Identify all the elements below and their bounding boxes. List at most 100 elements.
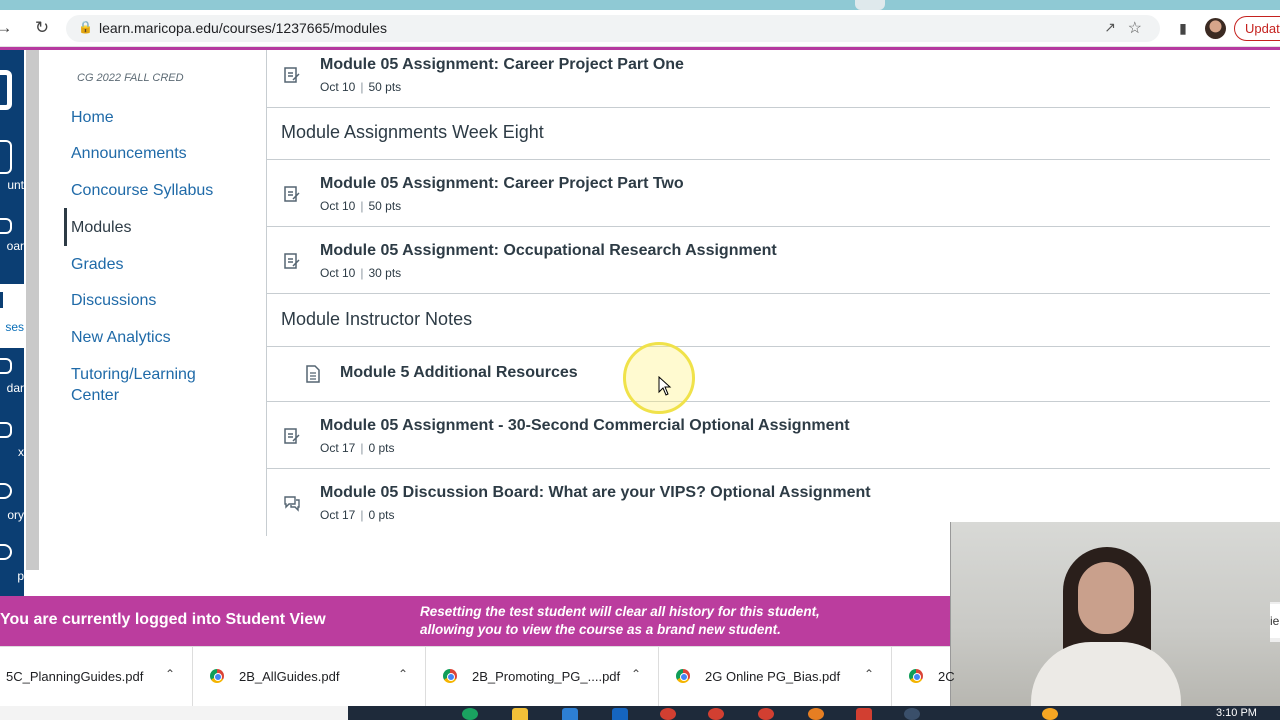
chrome-icon: [443, 669, 457, 683]
taskbar-clock[interactable]: 3:10 PM: [1216, 707, 1257, 719]
global-nav-calendar[interactable]: dar: [0, 381, 24, 395]
app-icon[interactable]: [904, 708, 920, 720]
app-icon[interactable]: [758, 708, 774, 720]
global-nav-dashboard[interactable]: oar: [0, 239, 24, 253]
modules-content: Module 05 Assignment: Career Project Par…: [266, 50, 1270, 536]
browser-tab-strip: [0, 0, 1280, 10]
active-indicator: [64, 208, 67, 246]
module-item-title[interactable]: Module 05 Assignment: Occupational Resea…: [320, 242, 777, 260]
course-term: CG 2022 FALL CRED: [77, 72, 184, 84]
course-nav-new-analytics[interactable]: New Analytics: [71, 327, 171, 348]
global-nav-account[interactable]: unt: [0, 178, 24, 192]
chrome-app-icon[interactable]: [462, 708, 478, 720]
global-nav-history[interactable]: ory: [0, 508, 24, 522]
points: 30 pts: [368, 266, 402, 280]
bookmark-star-icon[interactable]: ☆: [1128, 18, 1142, 38]
taskbar-search[interactable]: [0, 706, 348, 720]
global-nav-inbox[interactable]: x: [0, 445, 24, 459]
address-bar[interactable]: 🔒 learn.maricopa.edu/courses/1237665/mod…: [66, 15, 1160, 42]
module-item-title[interactable]: Module 05 Assignment: Career Project Par…: [320, 175, 684, 193]
due-date: Oct 10: [320, 80, 356, 94]
course-nav-grades[interactable]: Grades: [71, 254, 123, 275]
scrollbar[interactable]: [26, 50, 39, 570]
points: 0 pts: [368, 441, 395, 455]
share-icon[interactable]: ↗: [1104, 19, 1116, 36]
app-icon[interactable]: [660, 708, 676, 720]
chevron-up-icon[interactable]: ⌃: [165, 667, 175, 681]
course-nav-tutoring[interactable]: Tutoring/Learning Center: [71, 364, 196, 406]
module-header-title: Module Instructor Notes: [281, 309, 473, 329]
module-item-title[interactable]: Module 5 Additional Resources: [340, 364, 578, 382]
module-header[interactable]: Module Assignments Week Eight: [267, 108, 1270, 160]
webcam-overlay: [950, 522, 1280, 720]
download-filename: 2B_Promoting_PG_....pdf: [472, 669, 621, 684]
chrome-icon: [210, 669, 224, 683]
global-nav-courses-active[interactable]: ses: [0, 284, 24, 348]
help-icon: [0, 544, 12, 560]
assignment-icon: [284, 186, 300, 202]
update-button[interactable]: Updat: [1234, 16, 1280, 41]
meta-separator: |: [360, 266, 364, 280]
inbox-icon: [0, 422, 12, 438]
weather-icon: [1042, 708, 1058, 720]
download-item[interactable]: 2G Online PG_Bias.pdf ⌃: [659, 647, 892, 707]
webcam-person-face: [1078, 562, 1134, 634]
side-panel-icon[interactable]: ▮: [1173, 18, 1193, 38]
module-header[interactable]: Module Instructor Notes: [267, 294, 1270, 347]
discussion-icon: [284, 496, 300, 512]
download-item[interactable]: 2B_Promoting_PG_....pdf ⌃: [426, 647, 659, 707]
course-nav-home[interactable]: Home: [71, 107, 114, 128]
module-item[interactable]: Module 05 Assignment: Occupational Resea…: [267, 227, 1270, 294]
account-icon: [0, 140, 12, 174]
module-item-title[interactable]: Module 05 Assignment - 30-Second Commerc…: [320, 417, 850, 435]
downloads-bar: 5C_PlanningGuides.pdf ⌃ 2B_AllGuides.pdf…: [0, 646, 955, 707]
module-item[interactable]: Module 05 Assignment - 30-Second Commerc…: [267, 402, 1270, 469]
course-nav-modules[interactable]: Modules: [71, 217, 131, 238]
assignment-icon: [284, 253, 300, 269]
reset-button-fragment[interactable]: ie: [1270, 604, 1280, 638]
download-filename: 2G Online PG_Bias.pdf: [705, 669, 841, 684]
download-item[interactable]: 2B_AllGuides.pdf ⌃: [193, 647, 426, 707]
meta-separator: |: [360, 508, 364, 522]
due-date: Oct 10: [320, 266, 356, 280]
module-item-title[interactable]: Module 05 Assignment: Career Project Par…: [320, 56, 684, 74]
points: 50 pts: [368, 199, 402, 213]
global-nav-help[interactable]: p: [0, 569, 24, 583]
app-icon[interactable]: [856, 708, 872, 720]
app-icon[interactable]: [808, 708, 824, 720]
course-nav-syllabus[interactable]: Concourse Syllabus: [71, 180, 213, 201]
browser-toolbar: → ↻ 🔒 learn.maricopa.edu/courses/1237665…: [0, 10, 1280, 47]
download-filename: 5C_PlanningGuides.pdf: [6, 669, 144, 684]
chevron-up-icon[interactable]: ⌃: [864, 667, 874, 681]
module-item[interactable]: Module 5 Additional Resources: [267, 347, 1270, 402]
calendar-icon: [0, 358, 12, 374]
module-header-title: Module Assignments Week Eight: [281, 122, 544, 142]
profile-avatar[interactable]: [1205, 18, 1226, 39]
module-item-title[interactable]: Module 05 Discussion Board: What are you…: [320, 484, 871, 502]
chrome-icon: [909, 669, 923, 683]
forward-arrow-icon[interactable]: →: [0, 18, 14, 38]
module-item[interactable]: Module 05 Assignment: Career Project Par…: [267, 50, 1270, 108]
download-item[interactable]: 5C_PlanningGuides.pdf ⌃: [0, 647, 193, 707]
chevron-up-icon[interactable]: ⌃: [631, 667, 641, 681]
meta-separator: |: [360, 441, 364, 455]
due-date: Oct 10: [320, 199, 356, 213]
file-explorer-icon[interactable]: [512, 708, 528, 720]
global-navigation: unt oar ses dar x ory p: [0, 50, 24, 596]
app-icon[interactable]: [708, 708, 724, 720]
points: 50 pts: [368, 80, 402, 94]
download-item[interactable]: 2C: [892, 647, 955, 707]
windows-taskbar: 3:10 PM: [0, 706, 1280, 720]
module-item[interactable]: Module 05 Assignment: Career Project Par…: [267, 160, 1270, 227]
meta-separator: |: [360, 80, 364, 94]
store-app-icon[interactable]: [562, 708, 578, 720]
courses-icon: [0, 292, 3, 308]
due-date: Oct 17: [320, 441, 356, 455]
student-view-description: Resetting the test student will clear al…: [420, 604, 820, 637]
course-nav-announcements[interactable]: Announcements: [71, 143, 187, 164]
course-nav-discussions[interactable]: Discussions: [71, 290, 156, 311]
download-filename: 2C: [938, 669, 955, 684]
mail-app-icon[interactable]: [612, 708, 628, 720]
reload-icon[interactable]: ↻: [32, 18, 52, 38]
chevron-up-icon[interactable]: ⌃: [398, 667, 408, 681]
